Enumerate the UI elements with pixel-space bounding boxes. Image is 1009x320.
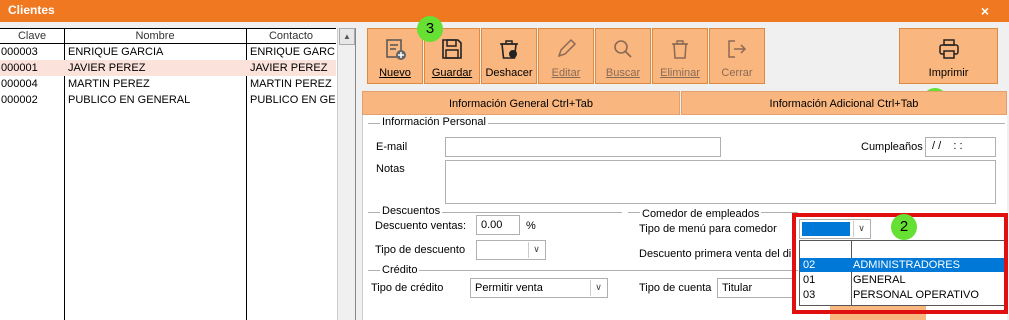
close-form-button-label: Cerrar	[721, 67, 753, 79]
table-row-selected[interactable]: 000001 JAVIER PEREZ JAVIER PEREZ	[0, 60, 336, 76]
sales-discount-label: Descuento ventas:	[375, 220, 467, 232]
email-field[interactable]	[445, 137, 721, 157]
discount-type-label: Tipo de descuento	[375, 244, 466, 256]
group-title-credit: Crédito	[380, 264, 420, 276]
table-row[interactable]: 000002 PUBLICO EN GENERAL PUBLICO EN GEN	[0, 92, 336, 108]
printer-icon	[938, 39, 959, 59]
scroll-up-button[interactable]: ▲	[339, 28, 355, 45]
cell-contacto: JAVIER PEREZ	[250, 62, 328, 74]
chevron-down-icon[interactable]: ∨	[590, 280, 606, 296]
first-sale-discount-label: Descuento primera venta del dia	[639, 248, 791, 260]
annotation-badge-3: 3	[417, 16, 443, 42]
group-border	[368, 270, 798, 271]
group-title-cafeteria: Comedor de empleados	[640, 208, 762, 220]
undo-button-label: Deshacer	[485, 67, 533, 79]
cell-contacto: MARTIN PEREZ	[250, 78, 332, 90]
column-header-nombre[interactable]: Nombre	[64, 28, 246, 44]
trash-restore-icon	[500, 40, 518, 59]
clients-grid[interactable]: Clave Nombre Contacto 000003 ENRIQUE GAR…	[0, 28, 356, 320]
notes-label: Notas	[376, 163, 405, 175]
chevron-down-icon[interactable]: ∨	[528, 242, 544, 258]
birthday-label: Cumpleaños	[861, 141, 923, 153]
edit-button-label: Editar	[551, 67, 581, 79]
credit-type-select[interactable]: Permitir venta ∨	[470, 278, 608, 298]
pencil-icon	[557, 38, 577, 58]
save-button-label: Guardar	[431, 67, 473, 79]
table-row[interactable]: 000004 MARTIN PEREZ MARTIN PEREZ	[0, 76, 336, 92]
credit-type-value: Permitir venta	[475, 282, 543, 294]
delete-button[interactable]: Eliminar	[652, 28, 708, 84]
birthday-value: / / : :	[932, 140, 963, 152]
search-button-label: Buscar	[605, 67, 641, 79]
sales-discount-field[interactable]: 0.00	[476, 215, 520, 235]
tab-additional-info[interactable]: Información Adicional Ctrl+Tab	[681, 91, 1007, 115]
cell-nombre: MARTIN PEREZ	[68, 78, 150, 90]
cell-clave: 000003	[1, 46, 38, 58]
search-icon	[614, 40, 632, 58]
title-bar: Clientes ×	[0, 0, 1009, 22]
sales-discount-value: 0.00	[481, 219, 503, 231]
new-button[interactable]: Nuevo	[367, 28, 423, 84]
cell-contacto: ENRIQUE GARCI	[250, 46, 336, 58]
delete-button-label: Eliminar	[660, 67, 700, 79]
cell-nombre: ENRIQUE GARCIA	[68, 46, 164, 58]
account-type-label: Tipo de cuenta	[639, 282, 712, 294]
tab-general-info[interactable]: Información General Ctrl+Tab	[362, 91, 680, 115]
print-button-label: Imprimir	[928, 67, 969, 79]
print-button[interactable]: Imprimir	[899, 28, 998, 84]
column-header-contacto[interactable]: Contacto	[246, 28, 336, 44]
cell-clave: 000004	[1, 78, 38, 90]
exit-icon	[728, 40, 747, 58]
discount-type-select[interactable]: ∨	[476, 240, 546, 260]
email-label: E-mail	[376, 141, 408, 153]
column-header-clave[interactable]: Clave	[0, 28, 64, 44]
menu-type-label: Tipo de menú para comedor	[639, 223, 777, 235]
cell-nombre: PUBLICO EN GENERAL	[68, 94, 191, 106]
window-title: Clientes	[8, 3, 55, 17]
percent-label: %	[526, 220, 536, 232]
birthday-field[interactable]: / / : :	[925, 137, 996, 157]
cell-clave: 000001	[1, 62, 38, 74]
cell-nombre: JAVIER PEREZ	[68, 62, 146, 74]
new-document-icon	[386, 39, 406, 60]
annotation-badge-2: 2	[891, 214, 917, 240]
cell-clave: 000002	[1, 94, 38, 106]
new-button-label: Nuevo	[379, 67, 411, 79]
group-title-discounts: Descuentos	[380, 205, 443, 217]
save-icon	[442, 39, 462, 59]
table-row[interactable]: 000003 ENRIQUE GARCIA ENRIQUE GARCI	[0, 44, 336, 60]
edit-button[interactable]: Editar	[538, 28, 594, 84]
undo-button[interactable]: Deshacer	[481, 28, 537, 84]
close-button[interactable]: ×	[971, 2, 999, 20]
search-button[interactable]: Buscar	[595, 28, 651, 84]
credit-type-label: Tipo de crédito	[371, 282, 444, 294]
account-type-select[interactable]: Titular	[717, 278, 793, 298]
account-type-value: Titular	[722, 282, 753, 294]
close-form-button[interactable]: Cerrar	[709, 28, 765, 84]
trash-icon	[672, 40, 688, 59]
group-title-personal: Información Personal	[380, 116, 488, 128]
cell-contacto: PUBLICO EN GEN	[250, 94, 336, 106]
vertical-scrollbar[interactable]: ▲	[337, 28, 355, 320]
notes-field[interactable]	[445, 160, 996, 204]
